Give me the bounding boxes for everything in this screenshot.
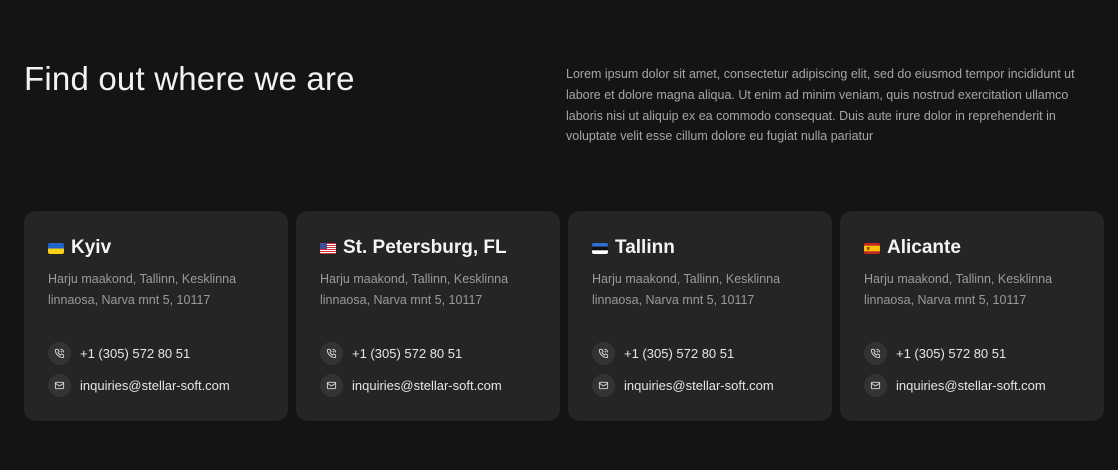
- phone-number: +1 (305) 572 80 51: [80, 346, 191, 361]
- phone-icon: [864, 342, 887, 365]
- mail-icon: [48, 374, 71, 397]
- flag-estonia-icon: [592, 242, 608, 254]
- city-name: Kyiv: [71, 237, 112, 258]
- mail-icon: [592, 374, 615, 397]
- city-row: Alicante: [864, 235, 1084, 261]
- flag-usa-icon: [320, 242, 336, 254]
- office-address: Harju maakond, Tallinn, Kesklinna linnao…: [592, 272, 781, 307]
- office-card-kyiv: Kyiv Harju maakond, Tallinn, Kesklinna l…: [24, 211, 288, 421]
- phone-number: +1 (305) 572 80 51: [896, 346, 1007, 361]
- city-row: Tallinn: [592, 235, 812, 261]
- email-link[interactable]: inquiries@stellar-soft.com: [48, 374, 230, 397]
- section-description: Lorem ipsum dolor sit amet, consectetur …: [566, 67, 1075, 144]
- phone-icon: [48, 342, 71, 365]
- office-address: Harju maakond, Tallinn, Kesklinna linnao…: [864, 272, 1053, 307]
- email-address: inquiries@stellar-soft.com: [80, 378, 230, 393]
- phone-number: +1 (305) 572 80 51: [624, 346, 735, 361]
- office-address: Harju maakond, Tallinn, Kesklinna linnao…: [48, 272, 237, 307]
- city-row: Kyiv: [48, 235, 268, 261]
- email-address: inquiries@stellar-soft.com: [624, 378, 774, 393]
- city-row: St. Petersburg, FL: [320, 235, 540, 261]
- section-title: Find out where we are: [24, 60, 355, 97]
- email-address: inquiries@stellar-soft.com: [352, 378, 502, 393]
- office-card-tallinn: Tallinn Harju maakond, Tallinn, Kesklinn…: [568, 211, 832, 421]
- phone-link[interactable]: +1 (305) 572 80 51: [48, 342, 190, 365]
- city-name: St. Petersburg, FL: [343, 237, 507, 258]
- phone-link[interactable]: +1 (305) 572 80 51: [592, 342, 734, 365]
- office-card-st-petersburg: St. Petersburg, FL Harju maakond, Tallin…: [296, 211, 560, 421]
- phone-icon: [320, 342, 343, 365]
- flag-spain-icon: [864, 242, 880, 254]
- phone-number: +1 (305) 572 80 51: [352, 346, 463, 361]
- locations-section: Find out where we are Lorem ipsum dolor …: [0, 0, 1118, 470]
- flag-ukraine-icon: [48, 242, 64, 254]
- phone-link[interactable]: +1 (305) 572 80 51: [320, 342, 462, 365]
- phone-link[interactable]: +1 (305) 572 80 51: [864, 342, 1006, 365]
- email-link[interactable]: inquiries@stellar-soft.com: [320, 374, 502, 397]
- email-link[interactable]: inquiries@stellar-soft.com: [592, 374, 774, 397]
- mail-icon: [864, 374, 887, 397]
- email-address: inquiries@stellar-soft.com: [896, 378, 1046, 393]
- city-name: Alicante: [887, 237, 961, 258]
- phone-icon: [592, 342, 615, 365]
- email-link[interactable]: inquiries@stellar-soft.com: [864, 374, 1046, 397]
- mail-icon: [320, 374, 343, 397]
- office-card-alicante: Alicante Harju maakond, Tallinn, Kesklin…: [840, 211, 1104, 421]
- office-address: Harju maakond, Tallinn, Kesklinna linnao…: [320, 272, 509, 307]
- office-cards: Kyiv Harju maakond, Tallinn, Kesklinna l…: [24, 211, 1104, 421]
- city-name: Tallinn: [615, 237, 675, 258]
